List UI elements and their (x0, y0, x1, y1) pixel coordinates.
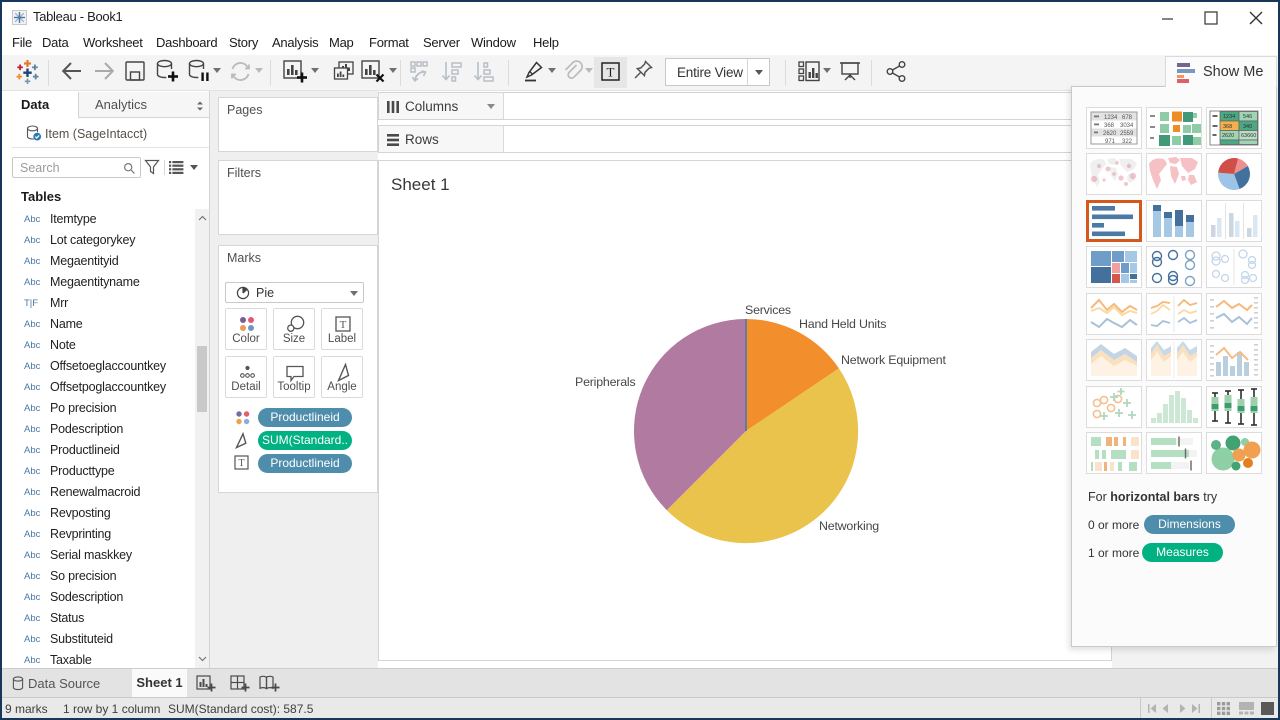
svg-text:340: 340 (1243, 124, 1252, 130)
svg-text:1234: 1234 (1223, 114, 1235, 120)
svg-text:678: 678 (1122, 115, 1133, 121)
svg-text:63660: 63660 (1241, 133, 1256, 139)
svg-text:2620: 2620 (1222, 133, 1234, 139)
svg-text:T: T (340, 319, 347, 331)
svg-text:971: 971 (1105, 139, 1116, 145)
svg-text:368: 368 (1104, 123, 1115, 129)
svg-text:2620: 2620 (1103, 131, 1117, 137)
svg-text:2559: 2559 (1120, 131, 1134, 137)
svg-text:T: T (238, 458, 244, 469)
svg-text:3034: 3034 (1120, 123, 1134, 129)
svg-text:1234: 1234 (1104, 115, 1118, 121)
svg-text:322: 322 (1122, 139, 1133, 145)
svg-text:T: T (607, 65, 615, 80)
svg-text:546: 546 (1243, 114, 1252, 120)
svg-text:368: 368 (1223, 124, 1232, 130)
